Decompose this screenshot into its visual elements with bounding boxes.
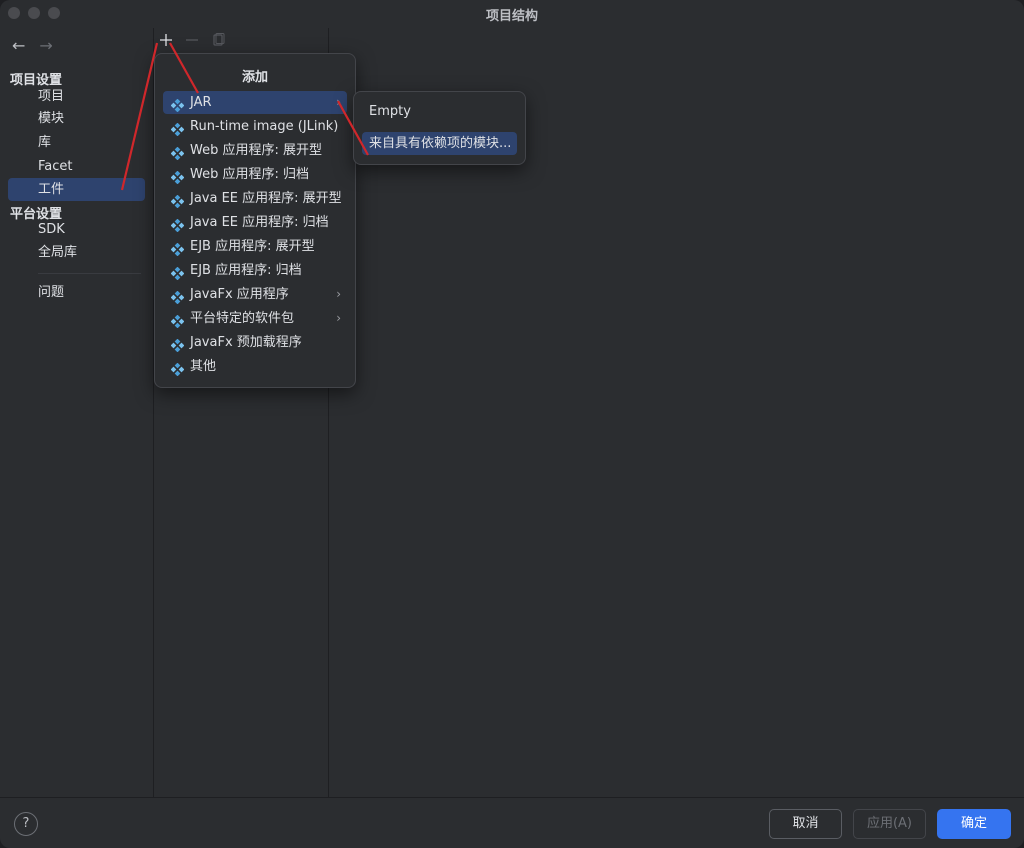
menu-item-other[interactable]: 其他 — [163, 355, 347, 378]
sidebar-item-artifacts[interactable]: 工件 — [8, 178, 145, 201]
sidebar-item-facets[interactable]: Facet — [8, 155, 145, 178]
artifact-icon — [170, 289, 185, 305]
sidebar-item-problems[interactable]: 问题 — [8, 281, 145, 304]
menu-item-label: Java EE 应用程序: 归档 — [190, 215, 329, 230]
menu-item-label: Run-time image (JLink) — [190, 119, 339, 134]
chevron-right-icon: › — [336, 95, 341, 109]
add-artifact-popup: 添加 JAR › Run-time image (JLink) Web 应用程序: 展… — [154, 53, 356, 388]
submenu-item-empty[interactable]: Empty — [362, 100, 517, 123]
sidebar-item-label: 全局库 — [38, 245, 78, 260]
sidebar-item-label: SDK — [38, 222, 65, 237]
artifact-icon — [170, 169, 185, 185]
minus-icon[interactable] — [184, 32, 200, 52]
sidebar-item-sdk[interactable]: SDK — [8, 218, 145, 241]
menu-item-javaee-exploded[interactable]: Java EE 应用程序: 展开型 — [163, 187, 347, 210]
sidebar-item-global-libraries[interactable]: 全局库 — [8, 241, 145, 264]
submenu-item-label: Empty — [369, 104, 411, 119]
dialog-footer: ? 取消 应用(A) 确定 — [0, 797, 1024, 848]
sidebar-item-label: 项目 — [38, 89, 65, 104]
artifact-icon — [170, 217, 185, 233]
artifact-icon — [170, 313, 185, 329]
menu-item-label: EJB 应用程序: 展开型 — [190, 239, 315, 254]
arrow-right-icon[interactable]: → — [39, 36, 52, 55]
plus-icon[interactable] — [158, 32, 174, 52]
menu-item-label: JAR — [190, 95, 212, 110]
menu-item-label: Web 应用程序: 展开型 — [190, 143, 322, 158]
sidebar-item-libraries[interactable]: 库 — [8, 131, 145, 154]
menu-item-ejb-exploded[interactable]: EJB 应用程序: 展开型 — [163, 235, 347, 258]
artifacts-toolbar — [158, 32, 226, 52]
cancel-button[interactable]: 取消 — [769, 809, 842, 839]
window-controls — [8, 7, 60, 19]
title-bar: 项目结构 — [0, 0, 1024, 28]
menu-item-platform-package[interactable]: 平台特定的软件包 › — [163, 307, 347, 330]
menu-item-runtime-image[interactable]: Run-time image (JLink) — [163, 115, 347, 138]
sidebar-item-label: 工件 — [38, 182, 65, 197]
minimize-window-button[interactable] — [28, 7, 40, 19]
copy-icon[interactable] — [210, 32, 226, 52]
menu-item-label: 平台特定的软件包 — [190, 311, 295, 326]
menu-item-jar[interactable]: JAR › — [163, 91, 347, 114]
chevron-right-icon: › — [336, 311, 341, 325]
nav-arrows: ← → — [12, 36, 53, 55]
jar-submenu: Empty 来自具有依赖项的模块... — [353, 91, 526, 165]
menu-item-javaee-archive[interactable]: Java EE 应用程序: 归档 — [163, 211, 347, 234]
sidebar-item-project[interactable]: 项目 — [8, 85, 145, 108]
sidebar-item-label: Facet — [38, 159, 73, 174]
sidebar-item-modules[interactable]: 模块 — [8, 107, 145, 130]
apply-button[interactable]: 应用(A) — [853, 809, 926, 839]
arrow-left-icon[interactable]: ← — [12, 36, 25, 55]
submenu-item-from-modules[interactable]: 来自具有依赖项的模块... — [362, 132, 517, 155]
sidebar-item-label: 库 — [38, 135, 52, 150]
zoom-window-button[interactable] — [48, 7, 60, 19]
menu-item-javafx-app[interactable]: JavaFx 应用程序 › — [163, 283, 347, 306]
menu-item-label: Web 应用程序: 归档 — [190, 167, 309, 182]
sidebar-item-label: 模块 — [38, 111, 65, 126]
sidebar-item-label: 问题 — [38, 285, 65, 300]
sidebar-divider — [38, 273, 141, 274]
menu-item-web-exploded[interactable]: Web 应用程序: 展开型 — [163, 139, 347, 162]
artifact-icon — [170, 361, 185, 377]
menu-item-label: JavaFx 预加载程序 — [190, 335, 302, 350]
menu-item-label: EJB 应用程序: 归档 — [190, 263, 302, 278]
artifact-icon — [170, 97, 185, 113]
chevron-right-icon: › — [336, 287, 341, 301]
artifact-icon — [170, 145, 185, 161]
menu-item-label: JavaFx 应用程序 — [190, 287, 289, 302]
ok-button[interactable]: 确定 — [937, 809, 1011, 839]
menu-item-web-archive[interactable]: Web 应用程序: 归档 — [163, 163, 347, 186]
menu-item-label: Java EE 应用程序: 展开型 — [190, 191, 342, 206]
menu-item-label: 其他 — [190, 359, 217, 374]
menu-item-javafx-preloader[interactable]: JavaFx 预加载程序 — [163, 331, 347, 354]
project-structure-window: 项目结构 ← → 项目设置 项目 模块 库 Facet 工件 平台设置 SDK … — [0, 0, 1024, 848]
artifact-icon — [170, 121, 185, 137]
popup-title: 添加 — [241, 70, 268, 85]
artifact-icon — [170, 337, 185, 353]
artifact-icon — [170, 265, 185, 281]
close-window-button[interactable] — [8, 7, 20, 19]
menu-item-ejb-archive[interactable]: EJB 应用程序: 归档 — [163, 259, 347, 282]
window-title: 项目结构 — [485, 8, 538, 24]
help-button[interactable]: ? — [14, 812, 38, 836]
artifact-icon — [170, 241, 185, 257]
submenu-item-label: 来自具有依赖项的模块... — [369, 136, 512, 151]
artifact-icon — [170, 193, 185, 209]
